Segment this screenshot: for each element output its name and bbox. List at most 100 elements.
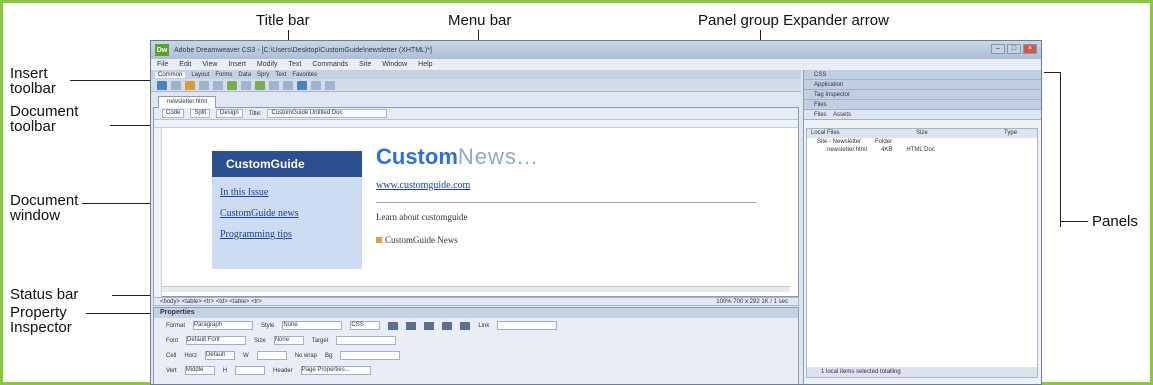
target-select[interactable]: [336, 336, 397, 345]
link-label: Link: [478, 322, 490, 329]
menu-modify[interactable]: Modify: [257, 61, 278, 68]
media-icon[interactable]: [241, 81, 251, 90]
page-news-text: CustomGuide News: [376, 235, 458, 245]
hyperlink-icon[interactable]: [157, 81, 167, 90]
italic-icon[interactable]: [406, 321, 417, 330]
close-icon[interactable]: ×: [1023, 44, 1037, 54]
callout-doc-toolbar-line1: Document: [10, 103, 79, 120]
file-row[interactable]: Site - Newsletter Folder: [807, 138, 1037, 146]
table-icon[interactable]: [199, 81, 209, 90]
page-divider: [376, 202, 756, 203]
insert-tab-common[interactable]: Common: [155, 71, 186, 78]
templates-icon[interactable]: [311, 81, 321, 90]
prop-row-cell: Cell Horz Default W No wrap Bg: [154, 348, 798, 363]
page-url-link[interactable]: www.customguide.com: [376, 180, 470, 191]
panel-group-files[interactable]: Files: [804, 100, 1041, 110]
comment-icon[interactable]: [269, 81, 279, 90]
assets-tab[interactable]: Assets: [833, 112, 851, 118]
insert-tab-text[interactable]: Text: [275, 72, 286, 78]
cell-label: Cell: [166, 352, 177, 359]
horizontal-scrollbar[interactable]: [162, 286, 790, 292]
leader-line-property-inspector: [86, 313, 160, 314]
split-view-button[interactable]: Split: [190, 109, 211, 118]
insert-tab-forms[interactable]: Forms: [215, 72, 232, 78]
bold-icon[interactable]: [388, 321, 399, 330]
insert-tab-spry[interactable]: Spry: [257, 72, 269, 78]
nav-link-news[interactable]: CustomGuide news: [220, 208, 362, 219]
menu-commands[interactable]: Commands: [312, 61, 348, 68]
font-select[interactable]: Default Font: [186, 336, 247, 345]
menu-site[interactable]: Site: [359, 61, 371, 68]
callout-doc-window-line2: window: [10, 207, 61, 224]
menu-help[interactable]: Help: [418, 61, 432, 68]
menu-edit[interactable]: Edit: [179, 61, 191, 68]
css-button[interactable]: CSS: [350, 321, 381, 330]
file-row[interactable]: newsletter.html 4KB HTML Doc: [807, 146, 1037, 154]
named-anchor-icon[interactable]: [185, 81, 195, 90]
col-local-files[interactable]: Local Files: [811, 129, 840, 138]
insert-icon-row: [151, 79, 801, 92]
image-icon[interactable]: [227, 81, 237, 90]
document-tab[interactable]: newsletter.html: [158, 96, 217, 108]
col-type[interactable]: Type: [1004, 129, 1017, 138]
code-view-button[interactable]: Code: [162, 109, 185, 118]
col-size[interactable]: Size: [916, 129, 928, 138]
menu-insert[interactable]: Insert: [228, 61, 246, 68]
menu-window[interactable]: Window: [382, 61, 407, 68]
nav-link-issue[interactable]: In this Issue: [220, 187, 362, 198]
file-type: HTML Doc: [906, 147, 935, 153]
date-icon[interactable]: [255, 81, 265, 90]
page-properties-button[interactable]: Page Properties...: [300, 366, 371, 375]
head-icon[interactable]: [283, 81, 293, 90]
menu-view[interactable]: View: [202, 61, 217, 68]
maximize-icon[interactable]: □: [1007, 44, 1021, 54]
document-toolbar: Code Split Design Title: CustomGuide Unt…: [154, 108, 798, 120]
design-view-button[interactable]: Design: [216, 109, 243, 118]
height-input[interactable]: [235, 366, 266, 375]
menu-file[interactable]: File: [157, 61, 168, 68]
align-right-icon[interactable]: [460, 321, 471, 330]
link-input[interactable]: [497, 321, 558, 330]
menu-text[interactable]: Text: [289, 61, 302, 68]
tag-chooser-icon[interactable]: [325, 81, 335, 90]
insert-tab-favorites[interactable]: Favorites: [292, 72, 317, 78]
script-icon[interactable]: [297, 81, 307, 90]
minimize-icon[interactable]: –: [991, 44, 1005, 54]
style-select[interactable]: None: [282, 321, 343, 330]
property-inspector-header[interactable]: Properties: [154, 308, 798, 318]
panel-group-application[interactable]: Application: [804, 80, 1041, 90]
insert-tab-data[interactable]: Data: [238, 72, 251, 78]
size-select[interactable]: None: [273, 336, 304, 345]
panel-group-tag-inspector[interactable]: Tag Inspector: [804, 90, 1041, 100]
tag-selector[interactable]: <body> <table> <tr> <td> <table> <tr>: [160, 298, 262, 305]
title-bar[interactable]: Dw Adobe Dreamweaver CS3 - [C:\Users\Des…: [151, 41, 1041, 59]
panel-group-css[interactable]: CSS: [804, 70, 1041, 80]
insert-toolbar: Common Layout Forms Data Spry Text Favor…: [151, 70, 801, 92]
files-panel-footer: 1 local items selected totalling: [807, 367, 1037, 377]
w-label: W: [243, 352, 249, 359]
bg-input[interactable]: [340, 351, 401, 360]
format-select[interactable]: Paragraph: [193, 321, 254, 330]
callout-menu-bar: Menu bar: [448, 12, 512, 29]
doc-title-input[interactable]: CustomGuide Untitled Doc: [267, 109, 388, 118]
callout-insert-line1: Insert: [10, 65, 48, 82]
align-center-icon[interactable]: [442, 321, 453, 330]
align-left-icon[interactable]: [424, 321, 435, 330]
document-window[interactable]: newsletter.html Code Split Design Title:…: [153, 96, 799, 298]
horz-select[interactable]: Default: [205, 351, 236, 360]
nav-link-tips[interactable]: Programming tips: [220, 229, 362, 240]
page-about-text: Learn about customguide: [376, 212, 468, 222]
files-header: Local Files Size Type: [807, 129, 1037, 138]
files-tab[interactable]: Files: [814, 112, 827, 118]
div-icon[interactable]: [213, 81, 223, 90]
email-link-icon[interactable]: [171, 81, 181, 90]
prop-row-format: Format Paragraph Style None CSS Link: [154, 318, 798, 333]
callout-insert-line2: toolbar: [10, 80, 56, 97]
nowrap-label: No wrap: [294, 352, 318, 359]
vert-select[interactable]: Middle: [184, 366, 215, 375]
callout-doc-toolbar-line2: toolbar: [10, 118, 56, 135]
dreamweaver-window: Dw Adobe Dreamweaver CS3 - [C:\Users\Des…: [150, 40, 1042, 385]
width-input[interactable]: [256, 351, 287, 360]
property-inspector: Properties Format Paragraph Style None C…: [153, 307, 799, 384]
insert-tab-layout[interactable]: Layout: [191, 72, 209, 78]
